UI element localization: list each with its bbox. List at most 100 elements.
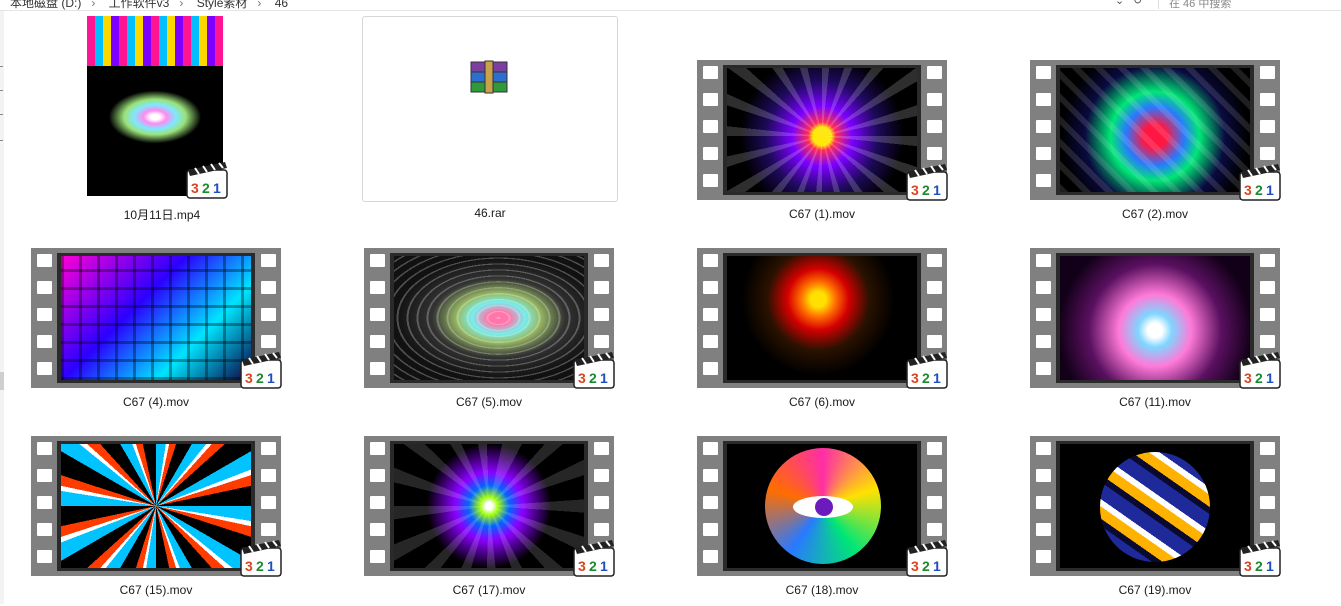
film-hole (1260, 120, 1275, 133)
film-hole (37, 281, 52, 294)
chevron-right-icon: › (91, 0, 96, 10)
badge-digit-3: 3 (1244, 558, 1252, 574)
film-hole (703, 362, 718, 375)
file-item[interactable]: 3 2 1 C67 (2).mov (1030, 60, 1281, 230)
film-hole (1036, 93, 1051, 106)
address-bar[interactable]: 本地磁盘 (D:) › 工作软件v3 › Style素材 › 46 ⌄ ↻ 在 46 … (0, 0, 1341, 11)
navigation-pane-edge (0, 11, 4, 604)
file-item[interactable]: 3 2 1 C67 (17).mov (364, 436, 615, 606)
video-preview (1060, 68, 1250, 192)
chevron-down-icon[interactable]: ⌄ (1115, 0, 1124, 7)
chevron-right-icon: › (257, 0, 262, 10)
badge-digit-3: 3 (245, 558, 253, 574)
file-name: C67 (6).mov (788, 395, 856, 409)
film-hole (261, 469, 276, 482)
film-hole (1036, 442, 1051, 455)
pane-tick (0, 114, 3, 115)
film-hole (37, 496, 52, 509)
video-preview (61, 444, 251, 568)
media-player-clapper-icon: 3 2 1 (186, 162, 228, 199)
file-name: C67 (17).mov (452, 583, 526, 597)
media-player-clapper-icon: 3 2 1 (1239, 540, 1281, 577)
film-hole (370, 442, 385, 455)
badge-digit-2: 2 (202, 180, 210, 196)
film-hole (1260, 66, 1275, 79)
winrar-archive-icon (470, 60, 508, 94)
crumb-folder[interactable]: 工作软件v3 (109, 0, 170, 10)
media-player-clapper-icon: 3 2 1 (240, 352, 282, 389)
film-hole (1260, 335, 1275, 348)
file-item[interactable]: 3 2 1 C67 (19).mov (1030, 436, 1281, 606)
film-hole (1036, 281, 1051, 294)
film-hole (37, 254, 52, 267)
film-hole (594, 496, 609, 509)
video-preview (727, 444, 917, 568)
film-hole (370, 523, 385, 536)
film-hole (1036, 66, 1051, 79)
film-hole (1036, 362, 1051, 375)
film-hole (594, 254, 609, 267)
rar-thumbnail (362, 16, 618, 202)
film-hole (703, 66, 718, 79)
file-item[interactable]: 3 2 1 C67 (11).mov (1030, 248, 1281, 418)
film-hole (261, 254, 276, 267)
film-hole (927, 254, 942, 267)
file-name: C67 (4).mov (122, 395, 190, 409)
file-name: C67 (5).mov (455, 395, 523, 409)
file-item[interactable]: 3 2 1 C67 (6).mov (697, 248, 948, 418)
media-player-clapper-icon: 3 2 1 (573, 540, 615, 577)
film-hole (703, 523, 718, 536)
pane-tick (0, 66, 3, 67)
media-player-clapper-icon: 3 2 1 (906, 352, 948, 389)
file-item[interactable]: 3 2 1 C67 (1).mov (697, 60, 948, 230)
crumb-drive[interactable]: 本地磁盘 (D:) (10, 0, 81, 10)
badge-digit-1: 1 (600, 370, 608, 386)
film-hole (927, 93, 942, 106)
film-hole (370, 550, 385, 563)
film-hole (703, 469, 718, 482)
file-item[interactable]: 3 2 1 C67 (4).mov (31, 248, 282, 418)
pane-tick (0, 90, 3, 91)
badge-digit-2: 2 (1255, 182, 1263, 198)
badge-digit-1: 1 (933, 182, 941, 198)
badge-digit-3: 3 (911, 370, 919, 386)
film-hole (594, 469, 609, 482)
film-hole (37, 523, 52, 536)
crumb-folder[interactable]: Style素材 (197, 0, 248, 10)
file-name: C67 (18).mov (785, 583, 859, 597)
file-item[interactable]: 3 2 1 C67 (18).mov (697, 436, 948, 606)
file-item[interactable]: 46.rar (362, 16, 618, 226)
film-hole (927, 335, 942, 348)
badge-digit-1: 1 (1266, 558, 1274, 574)
file-item[interactable]: 3 2 1 C67 (15).mov (31, 436, 282, 606)
scrollbar-thumb[interactable] (0, 372, 4, 390)
video-preview (1060, 256, 1250, 380)
badge-digit-2: 2 (1255, 558, 1263, 574)
badge-digit-3: 3 (245, 370, 253, 386)
media-player-clapper-icon: 3 2 1 (1239, 164, 1281, 201)
file-item[interactable]: 3 2 1 C67 (5).mov (364, 248, 615, 418)
badge-digit-2: 2 (589, 370, 597, 386)
film-hole (37, 550, 52, 563)
film-hole (1036, 550, 1051, 563)
badge-digit-3: 3 (1244, 370, 1252, 386)
file-name: 10月11日.mp4 (123, 208, 201, 222)
film-hole (37, 362, 52, 375)
search-input[interactable]: 在 46 中搜索 (1158, 0, 1341, 10)
film-hole (703, 254, 718, 267)
file-item[interactable]: 3 2 1 10月11日.mp4 (87, 16, 237, 226)
badge-digit-1: 1 (1266, 182, 1274, 198)
pane-tick (0, 140, 3, 141)
badge-digit-2: 2 (1255, 370, 1263, 386)
badge-digit-3: 3 (911, 558, 919, 574)
video-preview (727, 256, 917, 380)
badge-digit-2: 2 (256, 370, 264, 386)
crumb-current[interactable]: 46 (275, 0, 288, 10)
badge-digit-1: 1 (267, 370, 275, 386)
refresh-icon[interactable]: ↻ (1133, 0, 1142, 7)
file-name: C67 (2).mov (1121, 207, 1189, 221)
file-name: C67 (15).mov (119, 583, 193, 597)
film-hole (1260, 254, 1275, 267)
breadcrumb[interactable]: 本地磁盘 (D:) › 工作软件v3 › Style素材 › 46 (10, 0, 294, 10)
file-name: C67 (11).mov (1119, 395, 1191, 409)
